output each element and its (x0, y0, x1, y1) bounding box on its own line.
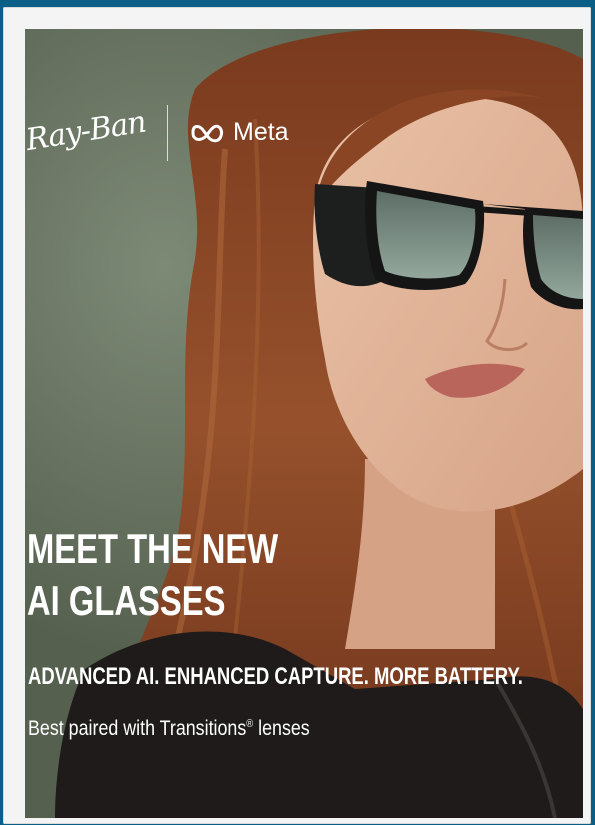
headline: MEET THE NEW AI GLASSES (27, 523, 278, 627)
tagline-suffix: lenses (253, 717, 310, 740)
rayban-logo: Ray-Ban (25, 104, 149, 158)
meta-logo-text: Meta (233, 118, 289, 146)
tagline-text: Best paired with Transitions (28, 717, 247, 740)
subheadline: ADVANCED AI. ENHANCED CAPTURE. MORE BATT… (28, 663, 523, 690)
ad-poster: Ray-Ban Meta MEET THE NEW AI GLASSES ADV… (25, 29, 583, 818)
meta-infinity-icon (191, 124, 223, 143)
headline-line-2: AI GLASSES (27, 577, 226, 624)
headline-line-1: MEET THE NEW (27, 525, 279, 572)
registered-mark: ® (246, 718, 254, 730)
tagline: Best paired with Transitions® lenses (28, 717, 310, 741)
poster-frame: Ray-Ban Meta MEET THE NEW AI GLASSES ADV… (3, 7, 591, 824)
logo-divider (167, 105, 168, 161)
brand-lockup: Ray-Ban Meta (25, 105, 319, 169)
